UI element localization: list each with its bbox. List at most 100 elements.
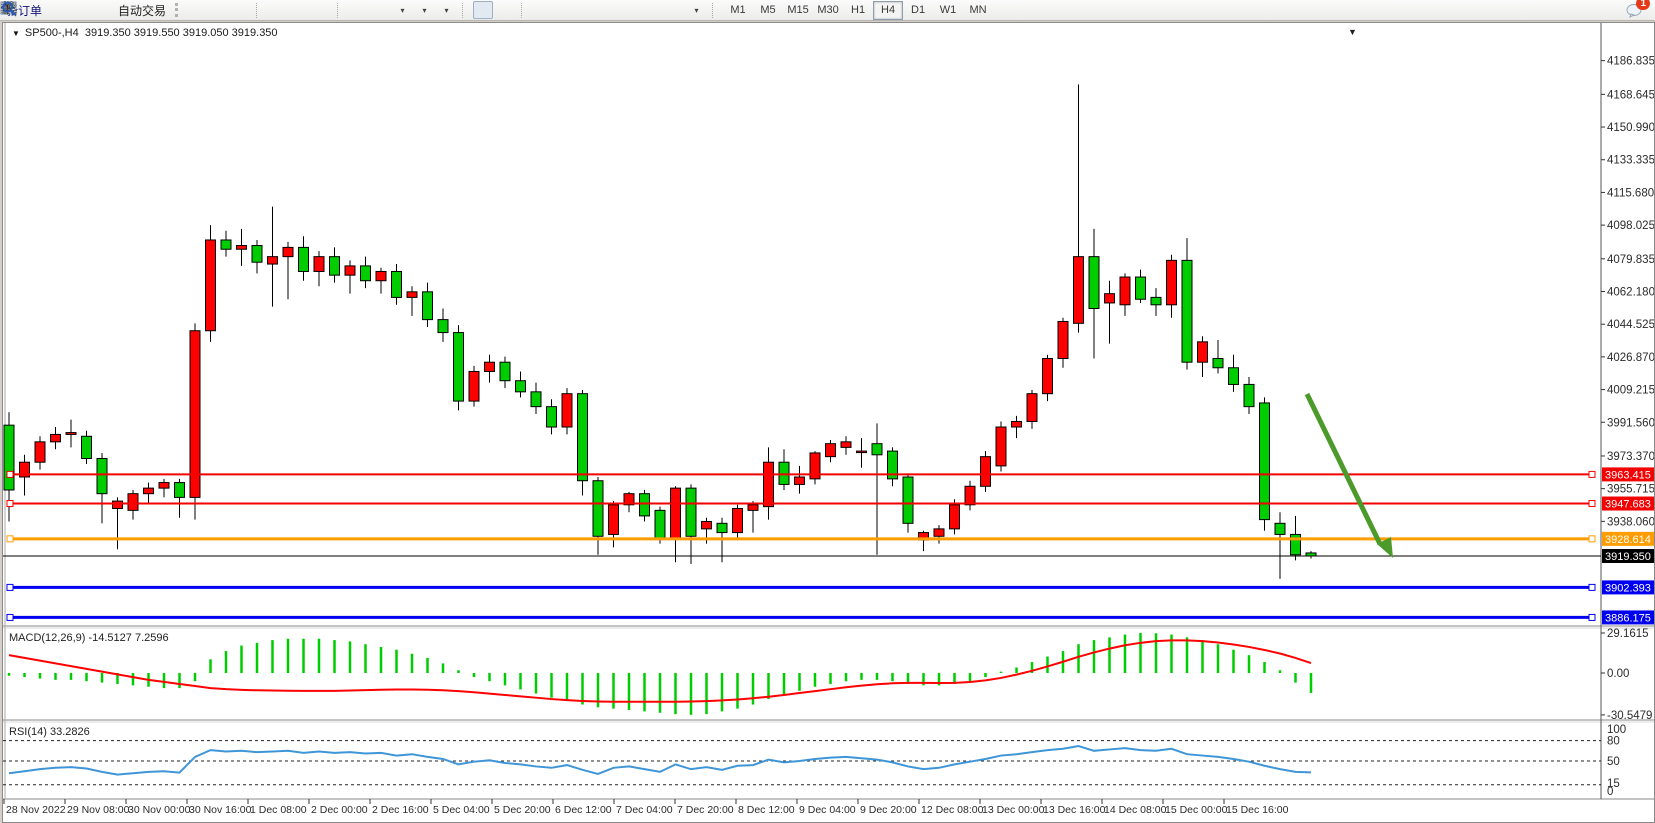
line-handle[interactable] bbox=[7, 584, 13, 590]
line-handle[interactable] bbox=[7, 536, 13, 542]
search-icon[interactable] bbox=[1599, 1, 1619, 19]
line-handle[interactable] bbox=[1589, 536, 1595, 542]
candle bbox=[82, 436, 92, 458]
svg-text:1 Dec 08:00: 1 Dec 08:00 bbox=[250, 804, 307, 816]
timeframe-W1[interactable]: W1 bbox=[933, 1, 963, 20]
line-handle[interactable] bbox=[1589, 471, 1595, 477]
toolbar-grip[interactable] bbox=[175, 3, 181, 17]
candle bbox=[903, 477, 913, 523]
scroll-marker-icon[interactable]: ▼ bbox=[1348, 27, 1357, 37]
timeframe-M30[interactable]: M30 bbox=[813, 1, 843, 20]
new-chart-button[interactable]: ▾ bbox=[392, 1, 412, 19]
candle bbox=[609, 505, 619, 535]
line-handle[interactable] bbox=[7, 471, 13, 477]
tile-windows-icon[interactable] bbox=[311, 1, 331, 19]
candle bbox=[97, 459, 107, 494]
zoom-in-icon[interactable] bbox=[267, 1, 287, 19]
template-chart-button[interactable]: ▾ bbox=[436, 1, 456, 19]
fibonacci-tool[interactable]: E bbox=[598, 1, 618, 19]
chart-window: ▼SP500-,H4 3919.350 3919.550 3919.050 39… bbox=[2, 22, 1655, 823]
auto-scroll-icon[interactable] bbox=[348, 1, 368, 19]
navigator-person-icon[interactable] bbox=[70, 1, 90, 19]
candle bbox=[51, 434, 61, 441]
zoom-out-icon[interactable] bbox=[289, 1, 309, 19]
price-tag-value: 3919.350 bbox=[1605, 551, 1651, 563]
arrows-tool[interactable]: ▾ bbox=[686, 1, 706, 19]
crosshair-tool[interactable] bbox=[495, 1, 515, 19]
candle bbox=[764, 462, 774, 506]
timeframe-M1[interactable]: M1 bbox=[723, 1, 753, 20]
line-handle[interactable] bbox=[1589, 501, 1595, 507]
candle bbox=[1120, 277, 1130, 305]
candle bbox=[361, 266, 371, 281]
candle bbox=[578, 394, 588, 481]
candle bbox=[438, 320, 448, 333]
line-handle[interactable] bbox=[1589, 614, 1595, 620]
timeframe-H1[interactable]: H1 bbox=[843, 1, 873, 20]
candle bbox=[252, 246, 262, 263]
bar-chart-type-icon[interactable] bbox=[186, 1, 206, 19]
candle bbox=[1012, 421, 1022, 427]
candle bbox=[237, 246, 247, 250]
chart-symbol-line[interactable]: ▼SP500-,H4 3919.350 3919.550 3919.050 39… bbox=[9, 27, 281, 39]
timeframe-toolbar: M1M5M15M30H1H4D1W1MN bbox=[723, 0, 993, 20]
candle bbox=[1058, 321, 1068, 358]
candle bbox=[144, 488, 154, 494]
line-handle[interactable] bbox=[7, 501, 13, 507]
line-handle[interactable] bbox=[7, 614, 13, 620]
toolbar-separator bbox=[712, 3, 718, 18]
svg-text:3938.060: 3938.060 bbox=[1607, 516, 1654, 528]
svg-text:29 Nov 08:00: 29 Nov 08:00 bbox=[67, 804, 130, 816]
candle bbox=[872, 444, 882, 455]
candle bbox=[35, 442, 45, 462]
candle bbox=[1074, 257, 1084, 324]
candle bbox=[671, 488, 681, 538]
candle-chart-type-icon[interactable] bbox=[208, 1, 228, 19]
svg-text:3991.560: 3991.560 bbox=[1607, 417, 1654, 429]
timeframe-MN[interactable]: MN bbox=[963, 1, 993, 20]
market-watch-funnel-icon[interactable] bbox=[48, 1, 68, 19]
timeframe-D1[interactable]: D1 bbox=[903, 1, 933, 20]
candle bbox=[1136, 277, 1146, 299]
candle bbox=[1043, 359, 1053, 394]
candle bbox=[190, 331, 200, 498]
svg-text:14 Dec 08:00: 14 Dec 08:00 bbox=[1104, 804, 1167, 816]
svg-text:15 Dec 16:00: 15 Dec 16:00 bbox=[1226, 804, 1289, 816]
svg-text:0.00: 0.00 bbox=[1607, 668, 1629, 680]
line-handle[interactable] bbox=[1589, 584, 1595, 590]
trend-line-tool[interactable] bbox=[576, 1, 596, 19]
symbol-period-label: SP500-,H4 bbox=[25, 27, 79, 39]
candle bbox=[392, 271, 402, 297]
svg-text:13 Dec 00:00: 13 Dec 00:00 bbox=[982, 804, 1045, 816]
timeframe-M5[interactable]: M5 bbox=[753, 1, 783, 20]
main-toolbar: 新订单 自动交易 bbox=[0, 0, 1655, 21]
candle bbox=[314, 257, 324, 272]
cursor-tool[interactable] bbox=[473, 1, 493, 19]
text-tool[interactable]: A bbox=[642, 1, 662, 19]
svg-text:4079.835: 4079.835 bbox=[1607, 254, 1654, 266]
candle bbox=[1213, 359, 1223, 368]
chart-shift-icon[interactable] bbox=[370, 1, 390, 19]
grid-tool[interactable]: F bbox=[620, 1, 640, 19]
timeframe-M15[interactable]: M15 bbox=[783, 1, 813, 20]
vertical-line-tool[interactable] bbox=[532, 1, 552, 19]
svg-text:-30.5479: -30.5479 bbox=[1607, 710, 1652, 722]
period-clock-button[interactable]: ▾ bbox=[414, 1, 434, 19]
candle bbox=[66, 433, 76, 435]
chart-canvas[interactable]: 4186.8354168.6454150.9904133.3354115.680… bbox=[3, 23, 1654, 822]
line-chart-type-icon[interactable] bbox=[230, 1, 250, 19]
candle bbox=[562, 394, 572, 427]
price-axis[interactable]: 4186.8354168.6454150.9904133.3354115.680… bbox=[1601, 56, 1654, 529]
notifications-chat-icon[interactable]: 1 bbox=[1625, 1, 1645, 19]
candle bbox=[500, 362, 510, 381]
label-tool[interactable]: T bbox=[664, 1, 684, 19]
autotrade-label: 自动交易 bbox=[118, 2, 166, 19]
timeframe-H4[interactable]: H4 bbox=[873, 1, 903, 20]
candle bbox=[1167, 260, 1177, 304]
autotrade-button[interactable]: 自动交易 bbox=[114, 1, 170, 19]
macd-label: MACD(12,26,9) -14.5127 7.2596 bbox=[9, 632, 169, 644]
collapse-icon[interactable]: ▼ bbox=[12, 29, 20, 38]
horizontal-line-tool[interactable] bbox=[554, 1, 574, 19]
candle bbox=[1244, 384, 1254, 406]
signals-icon[interactable] bbox=[92, 1, 112, 19]
